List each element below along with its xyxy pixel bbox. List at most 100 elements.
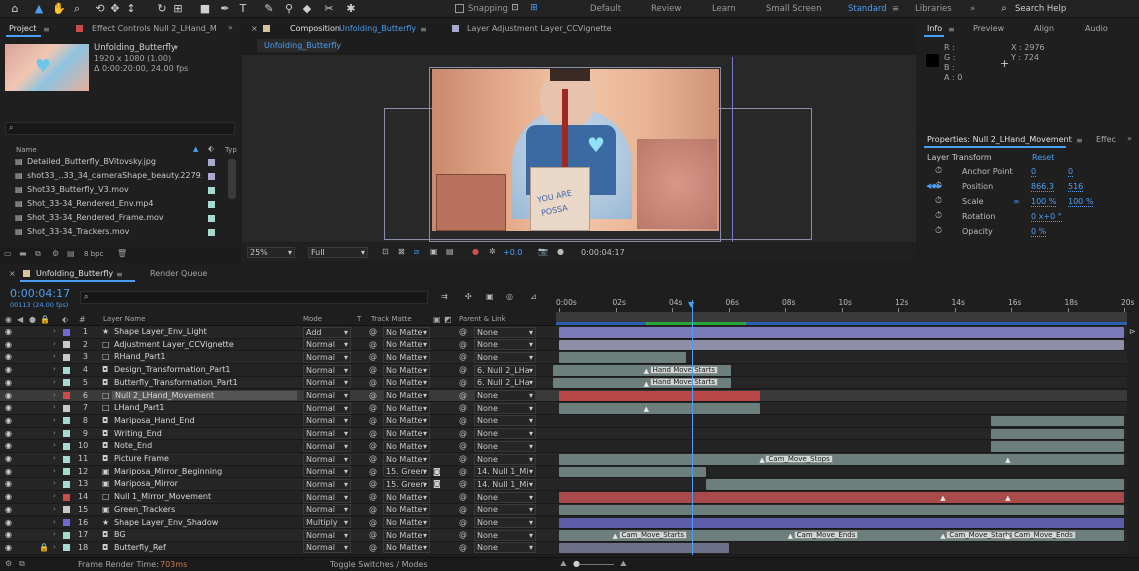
layer-duration-bar[interactable] bbox=[559, 327, 1124, 338]
selection-tool-icon[interactable]: ▲ bbox=[32, 2, 46, 15]
parent-dropdown[interactable]: None ▾ bbox=[474, 390, 536, 401]
adjust-icon[interactable]: ⚙ bbox=[52, 249, 59, 258]
workspace-standard[interactable]: Standard bbox=[848, 4, 887, 14]
transparency-icon[interactable]: ⊠ bbox=[398, 247, 405, 256]
parent-pickwhip-icon[interactable]: @ bbox=[459, 530, 467, 539]
layer-name[interactable]: Writing_End bbox=[114, 429, 162, 438]
alpha-matte-icon[interactable]: ◙ bbox=[433, 479, 441, 488]
zoom-slider-track[interactable] bbox=[574, 564, 614, 565]
orbit-tool-icon[interactable]: ⟲ bbox=[93, 2, 107, 15]
visibility-eye-icon[interactable]: ◉ bbox=[5, 441, 12, 450]
visibility-eye-icon[interactable]: ◉ bbox=[5, 479, 12, 488]
snap-options-icon[interactable]: ⊡ bbox=[508, 2, 522, 15]
project-file-name[interactable]: Detailed_Butterfly_BVitovsky.jpg bbox=[27, 157, 156, 166]
expand-icon[interactable]: ⧉ bbox=[19, 559, 25, 569]
type-tool-icon[interactable]: T bbox=[236, 2, 250, 15]
layer-duration-bar[interactable] bbox=[559, 339, 1124, 351]
project-file-name[interactable]: Shot_33-34_Rendered_Env.mp4 bbox=[27, 199, 153, 208]
layer-name[interactable]: Butterfly_Ref bbox=[114, 543, 166, 552]
parent-dropdown[interactable]: None ▾ bbox=[474, 453, 536, 465]
track-matte-dropdown[interactable]: No Matte ▾ bbox=[383, 517, 430, 528]
blend-mode-dropdown[interactable]: Normal ▾ bbox=[303, 466, 351, 478]
matte-pickwhip-icon[interactable]: @ bbox=[369, 543, 377, 552]
layer-name[interactable]: Shape Layer_Env_Light bbox=[114, 327, 207, 336]
lock-icon[interactable]: 🔒 bbox=[39, 543, 49, 552]
properties-title[interactable]: Properties: Null 2_LHand_Movement bbox=[927, 135, 1072, 144]
parent-dropdown[interactable]: 6. Null 2_LHa ▾ bbox=[474, 377, 536, 389]
tab-audio[interactable]: Audio bbox=[1085, 24, 1108, 33]
timeline-menu-icon[interactable]: ≡ bbox=[116, 270, 123, 279]
layer-duration-bar[interactable] bbox=[559, 517, 1124, 528]
track-matte-dropdown[interactable]: No Matte ▾ bbox=[383, 415, 430, 427]
parent-pickwhip-icon[interactable]: @ bbox=[459, 479, 467, 488]
layer-label-swatch[interactable] bbox=[63, 455, 70, 463]
column-mode[interactable]: Mode bbox=[303, 315, 322, 323]
expand-arrow-icon[interactable]: › bbox=[53, 327, 56, 335]
trash-icon[interactable]: 🗑 bbox=[117, 249, 127, 258]
layer-name[interactable]: Butterfly_Transformation_Part1 bbox=[114, 378, 238, 387]
layer-label-swatch[interactable] bbox=[63, 341, 70, 349]
zoom-slider-icon[interactable]: ⊳ bbox=[1129, 327, 1136, 336]
layer-name[interactable]: LHand_Part1 bbox=[114, 403, 164, 412]
layer-row[interactable]: ◉ › 4 ◘ Design_Transformation_Part1 Normal ▾ @ N… bbox=[0, 364, 1139, 377]
layer-name[interactable]: RHand_Part1 bbox=[114, 352, 166, 361]
layer-duration-bar[interactable] bbox=[991, 441, 1124, 452]
visibility-eye-icon[interactable]: ◉ bbox=[5, 416, 12, 425]
layer-name[interactable]: Null 1_Mirror_Movement bbox=[114, 492, 211, 501]
render-icon[interactable]: ⚙ bbox=[5, 559, 12, 568]
layer-label-swatch[interactable] bbox=[63, 531, 70, 539]
av-switch-icon[interactable]: ◉ bbox=[5, 315, 12, 324]
frame-blending-icon[interactable]: ◎ bbox=[506, 292, 513, 301]
column-track-matte[interactable]: Track Matte bbox=[371, 315, 412, 323]
blend-mode-dropdown[interactable]: Normal ▾ bbox=[303, 339, 351, 351]
tab-composition-prefix[interactable]: Composition bbox=[290, 24, 340, 33]
layer-row[interactable]: ◉ › 5 ◘ Butterfly_Transformation_Part1 Normal… bbox=[0, 376, 1139, 390]
layer-name[interactable]: Design_Transformation_Part1 bbox=[114, 365, 231, 374]
layer-marker[interactable]: ▲ bbox=[644, 367, 649, 375]
track-matte-dropdown[interactable]: No Matte ▾ bbox=[383, 440, 430, 452]
color-management-icon[interactable]: ● bbox=[472, 247, 479, 256]
layer-name[interactable]: BG bbox=[114, 530, 126, 539]
column-t[interactable]: T bbox=[357, 315, 361, 323]
parent-pickwhip-icon[interactable]: @ bbox=[459, 441, 467, 450]
layer-row[interactable]: ◉ › 11 ◘ Picture Frame Normal ▾ @ No Matte ▾ @ None… bbox=[0, 453, 1139, 466]
expand-arrow-icon[interactable]: › bbox=[53, 403, 56, 411]
blend-mode-dropdown[interactable]: Normal ▾ bbox=[303, 390, 351, 401]
property-value-1[interactable]: 866.3 bbox=[1031, 182, 1054, 192]
layer-label-swatch[interactable] bbox=[63, 506, 70, 514]
keyframe-marker[interactable]: ▲ bbox=[644, 405, 649, 413]
exposure-value[interactable]: +0.0 bbox=[503, 248, 522, 257]
track-matte-dropdown[interactable]: No Matte ▾ bbox=[383, 529, 430, 541]
parent-pickwhip-icon[interactable]: @ bbox=[459, 340, 467, 349]
keyframe-marker[interactable]: ▲ bbox=[1005, 494, 1010, 502]
rotate-tool-icon[interactable]: ↻ bbox=[155, 2, 169, 15]
new-comp-icon[interactable]: ⧉ bbox=[35, 249, 41, 259]
sort-ascending-icon[interactable]: ▲ bbox=[193, 145, 198, 153]
layer-label-swatch[interactable] bbox=[63, 392, 70, 399]
anchor-tool-icon[interactable]: ⊞ bbox=[171, 2, 185, 15]
parent-dropdown[interactable]: None ▾ bbox=[474, 428, 536, 440]
matte-pickwhip-icon[interactable]: @ bbox=[369, 416, 377, 425]
parent-pickwhip-icon[interactable]: @ bbox=[459, 365, 467, 374]
visibility-eye-icon[interactable]: ◉ bbox=[5, 327, 12, 336]
visibility-eye-icon[interactable]: ◉ bbox=[5, 352, 12, 361]
snap-target-icon[interactable]: ⊞ bbox=[527, 2, 541, 15]
viewer-timecode[interactable]: 0:00:04:17 bbox=[581, 248, 625, 257]
visibility-eye-icon[interactable]: ◉ bbox=[5, 365, 12, 374]
blend-mode-dropdown[interactable]: Normal ▾ bbox=[303, 504, 351, 516]
layer-row[interactable]: ◉ › 13 ▣ Mariposa_Mirror Normal ▾ @15. Green ▾ ◙ @… bbox=[0, 478, 1139, 492]
channels-icon[interactable]: ▤ bbox=[446, 247, 454, 256]
blend-mode-dropdown[interactable]: Normal ▾ bbox=[303, 351, 351, 363]
label-column-icon[interactable]: ⬖ bbox=[62, 315, 68, 324]
blend-mode-dropdown[interactable]: Normal ▾ bbox=[303, 529, 351, 541]
layer-row[interactable]: ◉ › 1 ★ Shape Layer_Env_Light Add ▾ @ No Matte ▾ @… bbox=[0, 326, 1139, 339]
close-timeline-tab-icon[interactable]: × bbox=[9, 269, 16, 278]
blend-mode-dropdown[interactable]: Normal ▾ bbox=[303, 402, 351, 414]
expand-arrow-icon[interactable]: › bbox=[53, 352, 56, 360]
region-icon[interactable]: ⊡ bbox=[382, 247, 389, 256]
panel-overflow-icon[interactable]: » bbox=[1127, 134, 1132, 143]
expand-arrow-icon[interactable]: › bbox=[53, 365, 56, 373]
layer-row[interactable]: ◉ 🔒 › 18 ◘ Butterfly_Ref Normal ▾ @ No Matte ▾ @ Non… bbox=[0, 541, 1139, 555]
layer-row[interactable]: ◉ › 8 ◘ Mariposa_Hand_End Normal ▾ @ No Matte ▾ @ N… bbox=[0, 414, 1139, 428]
blend-mode-dropdown[interactable]: Normal ▾ bbox=[303, 377, 351, 389]
